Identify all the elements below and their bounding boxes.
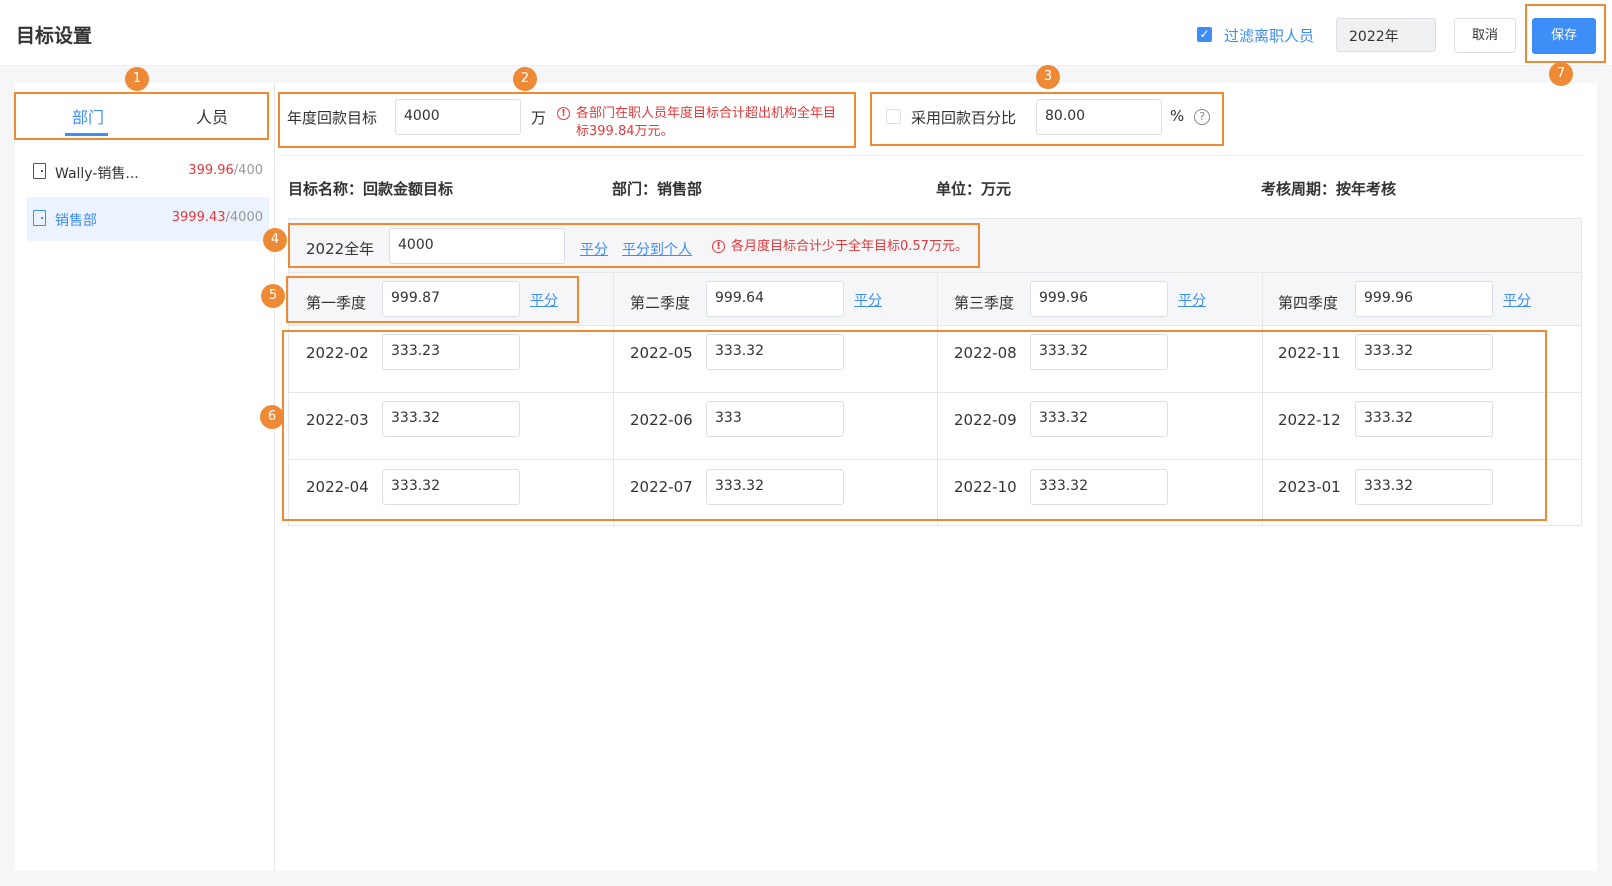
callout-box-months [282, 330, 1547, 521]
target-unit: 单位：万元 [936, 180, 1012, 198]
quarter-split-link[interactable]: 平分 [854, 290, 882, 310]
callout-box-percent [870, 92, 1224, 146]
quarter-label: 第三季度 [954, 294, 1015, 312]
callout-badge: 1 [125, 67, 149, 91]
callout-box-annual [278, 92, 856, 148]
callout-box-tabs [14, 92, 269, 140]
callout-box-year [288, 223, 980, 268]
callout-badge: 4 [263, 228, 287, 252]
dept-list-item[interactable]: Wally-销售... 399.96/400 [27, 150, 269, 194]
quarter-label: 第二季度 [630, 294, 691, 312]
quarter-label: 第四季度 [1278, 294, 1339, 312]
callout-badge: 5 [261, 284, 285, 308]
callout-badge: 6 [260, 405, 284, 429]
callout-box-quarter [286, 276, 579, 323]
quarter-input[interactable]: 999.96 [1355, 281, 1493, 317]
page-title: 目标设置 [16, 25, 93, 47]
dept-name: Wally-销售... [55, 166, 139, 182]
target-department: 部门：销售部 [612, 180, 703, 198]
building-icon [33, 210, 46, 226]
dept-list-item[interactable]: 销售部 3999.43/4000 [27, 197, 269, 241]
callout-box-save [1525, 4, 1606, 63]
quarter-input[interactable]: 999.64 [706, 281, 844, 317]
dept-progress: 399.96/400 [188, 163, 263, 178]
callout-badge: 7 [1549, 62, 1573, 86]
callout-badge: 3 [1036, 65, 1060, 89]
building-icon [33, 163, 46, 179]
divider [282, 155, 1582, 156]
dept-progress: 3999.43/4000 [171, 210, 263, 225]
filter-checkbox[interactable]: ✓ [1197, 27, 1212, 42]
filter-label[interactable]: 过滤离职人员 [1224, 25, 1314, 46]
cancel-button[interactable]: 取消 [1454, 18, 1516, 53]
quarter-split-link[interactable]: 平分 [1178, 290, 1206, 310]
target-cycle: 考核周期：按年考核 [1261, 180, 1397, 198]
callout-badge: 2 [513, 67, 537, 91]
quarter-input[interactable]: 999.96 [1030, 281, 1168, 317]
quarter-split-link[interactable]: 平分 [1503, 290, 1531, 310]
dept-name: 销售部 [55, 213, 97, 229]
target-name: 目标名称：回款金额目标 [288, 180, 454, 198]
year-select[interactable]: 2022年 [1336, 18, 1436, 52]
